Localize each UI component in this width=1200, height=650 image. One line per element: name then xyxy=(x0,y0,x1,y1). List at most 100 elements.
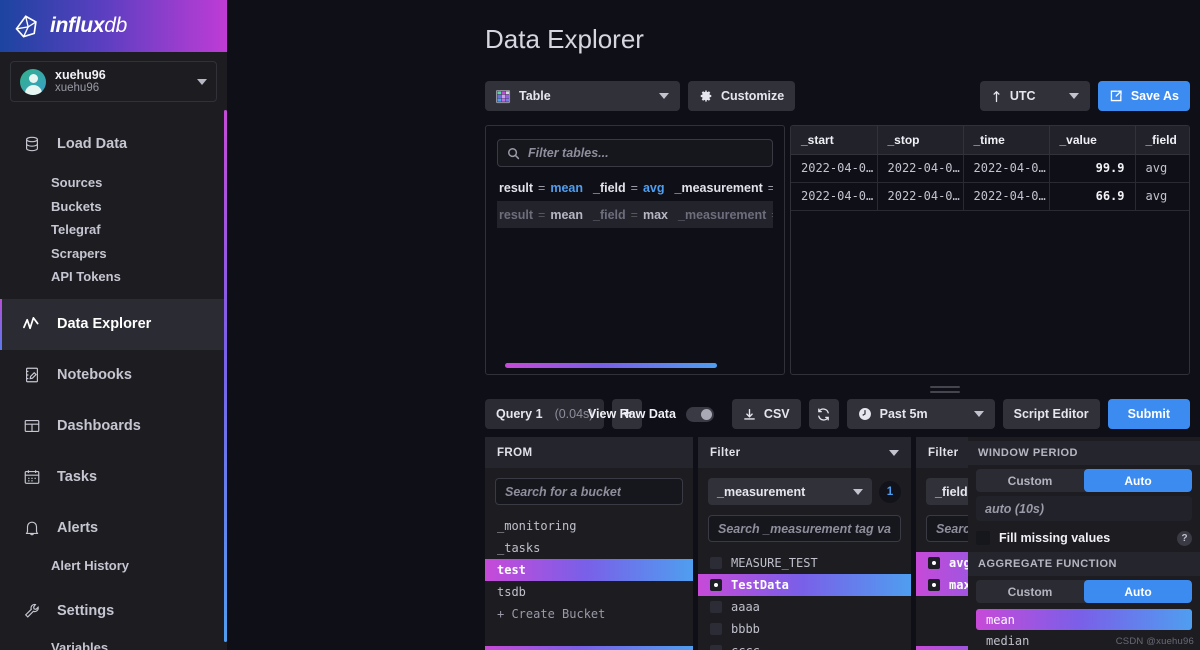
column-header[interactable]: _stop xyxy=(877,126,964,155)
submit-button[interactable]: Submit xyxy=(1107,399,1190,429)
clock-icon xyxy=(858,407,872,421)
sidebar-item-variables[interactable]: Variables xyxy=(0,636,227,650)
column-header[interactable]: _start xyxy=(791,126,878,155)
from-panel-scrollbar[interactable] xyxy=(485,646,693,650)
column-header[interactable]: _time xyxy=(963,126,1050,155)
csv-download-button[interactable]: CSV xyxy=(731,399,801,429)
window-period-custom-option[interactable]: Custom xyxy=(976,469,1084,492)
refresh-button[interactable] xyxy=(808,399,839,429)
customize-button[interactable]: Customize xyxy=(688,81,796,111)
visualization-toolbar: Table Customize UTC Save As xyxy=(485,81,1190,111)
table-cell-value: 66.9 xyxy=(1049,182,1136,211)
query-controls-group: View Raw Data CSV Past 5m Script Editor … xyxy=(588,399,1190,429)
sidebar-item-api-tokens[interactable]: API Tokens xyxy=(0,265,227,289)
tag-value-item[interactable]: MEASURE_TEST xyxy=(698,552,911,574)
submit-button-label: Submit xyxy=(1127,407,1170,421)
sidebar-item-alert-history[interactable]: Alert History xyxy=(0,554,227,578)
sidebar-item-dashboards[interactable]: Dashboards xyxy=(0,401,227,452)
sidebar-item-load-data[interactable]: Load Data xyxy=(0,118,227,169)
checkbox-checked-icon[interactable] xyxy=(928,579,940,591)
checkbox-icon[interactable] xyxy=(976,531,990,545)
sidebar-item-scrapers[interactable]: Scrapers xyxy=(0,242,227,266)
refresh-icon xyxy=(816,407,831,422)
aggregate-custom-option[interactable]: Custom xyxy=(976,580,1084,603)
tag-key-row: _measurement 1 xyxy=(708,478,901,505)
sidebar-item-alerts[interactable]: Alerts xyxy=(0,503,227,554)
tag-value-item[interactable]: cccc xyxy=(698,640,911,650)
visualization-type-dropdown[interactable]: Table xyxy=(485,81,680,111)
script-editor-button[interactable]: Script Editor xyxy=(1002,399,1100,429)
window-period-value[interactable]: auto (10s) xyxy=(976,496,1192,521)
column-header[interactable]: _field xyxy=(1135,126,1189,155)
tag-key-dropdown[interactable]: _measurement xyxy=(708,478,872,505)
aggregate-auto-option[interactable]: Auto xyxy=(1084,580,1192,603)
bucket-item[interactable]: _tasks xyxy=(485,537,693,559)
tag-value-item[interactable]: aaaa xyxy=(698,596,911,618)
table-chart-icon xyxy=(496,89,511,104)
time-range-dropdown[interactable]: Past 5m xyxy=(846,399,995,429)
sidebar-item-data-explorer[interactable]: Data Explorer xyxy=(0,298,227,350)
sidebar-item-settings[interactable]: Settings xyxy=(0,585,227,636)
checkbox-icon[interactable] xyxy=(710,623,722,635)
aggregate-item-selected[interactable]: mean xyxy=(976,609,1192,630)
bucket-search-input[interactable]: Search for a bucket xyxy=(495,478,683,505)
sidebar-item-notebooks[interactable]: Notebooks xyxy=(0,350,227,401)
influxdb-app: influxdb xuehu96 xuehu96 Load Data Sourc… xyxy=(0,0,1200,650)
fill-missing-values-row[interactable]: Fill missing values ? xyxy=(976,528,1192,548)
view-raw-data-toggle[interactable] xyxy=(685,406,714,422)
checkbox-icon[interactable] xyxy=(710,601,722,613)
sidebar-nav: Load Data Sources Buckets Telegraf Scrap… xyxy=(0,118,227,650)
window-period-mode-toggle: Custom Auto xyxy=(976,469,1192,492)
query-tab-1[interactable]: Query 1 (0.04s) xyxy=(485,399,605,429)
bucket-item[interactable]: tsdb xyxy=(485,581,693,603)
checkbox-checked-icon[interactable] xyxy=(928,557,940,569)
sidebar-item-label: Data Explorer xyxy=(57,316,152,332)
sidebar-item-sources[interactable]: Sources xyxy=(0,171,227,195)
window-period-auto-option[interactable]: Auto xyxy=(1084,469,1192,492)
filter-tables-input[interactable]: Filter tables... xyxy=(497,139,773,167)
create-bucket-button[interactable]: + Create Bucket xyxy=(485,603,693,625)
watermark: CSDN @xuehu96 xyxy=(1115,636,1194,647)
user-org-dropdown[interactable]: xuehu96 xuehu96 xyxy=(10,61,217,102)
time-range-label: Past 5m xyxy=(879,407,928,421)
table-result-row[interactable]: result=mean _field=avg _measurement=Test… xyxy=(497,174,773,201)
pair-key: _measurement xyxy=(674,180,763,195)
save-as-button[interactable]: Save As xyxy=(1097,81,1190,111)
checkbox-checked-icon[interactable] xyxy=(710,579,722,591)
brand-logo-bar[interactable]: influxdb xyxy=(0,0,227,52)
brand-name: influxdb xyxy=(50,14,127,37)
table-result-row[interactable]: result=mean _field=max _measurement=Test… xyxy=(497,201,773,228)
table-cell: avg xyxy=(1135,154,1189,183)
filter-panel-header: Filter xyxy=(698,437,911,468)
tag-value-label: bbbb xyxy=(731,622,760,636)
sidebar-item-tasks[interactable]: Tasks xyxy=(0,452,227,503)
bucket-label: tsdb xyxy=(497,585,526,599)
main-content: Data Explorer Table Customize UTC Save A… xyxy=(227,0,1200,650)
checkbox-icon[interactable] xyxy=(710,557,722,569)
tag-value-item[interactable]: bbbb xyxy=(698,618,911,640)
sidebar-item-buckets[interactable]: Buckets xyxy=(0,195,227,219)
tag-value-item-selected[interactable]: TestData xyxy=(698,574,911,596)
chevron-down-icon[interactable] xyxy=(197,78,207,85)
bucket-item-selected[interactable]: test xyxy=(485,559,693,581)
pair-value: max xyxy=(642,207,669,222)
bucket-item[interactable]: _monitoring xyxy=(485,515,693,537)
sidebar-item-telegraf[interactable]: Telegraf xyxy=(0,218,227,242)
tag-value-label: MEASURE_TEST xyxy=(731,556,818,570)
tables-panel-scrollbar[interactable] xyxy=(505,363,717,368)
checkbox-icon[interactable] xyxy=(710,645,722,650)
graph-line-icon xyxy=(22,315,41,334)
view-raw-data-label: View Raw Data xyxy=(587,407,676,421)
toolbar-right-group: UTC Save As xyxy=(979,81,1190,111)
chevron-down-icon[interactable] xyxy=(889,449,899,456)
question-icon[interactable]: ? xyxy=(1177,530,1192,546)
influxdb-logo-icon xyxy=(14,14,39,39)
pair-key: _measurement xyxy=(678,207,767,222)
bucket-label: test xyxy=(497,563,526,577)
bucket-search-placeholder: Search for a bucket xyxy=(505,484,622,499)
aggregate-function-title: AGGREGATE FUNCTION xyxy=(968,552,1200,576)
column-header[interactable]: _value xyxy=(1049,126,1136,155)
timezone-dropdown[interactable]: UTC xyxy=(979,81,1090,111)
tag-value-search-input[interactable]: Search _measurement tag values xyxy=(708,515,901,542)
panel-resize-handle[interactable] xyxy=(930,386,960,396)
